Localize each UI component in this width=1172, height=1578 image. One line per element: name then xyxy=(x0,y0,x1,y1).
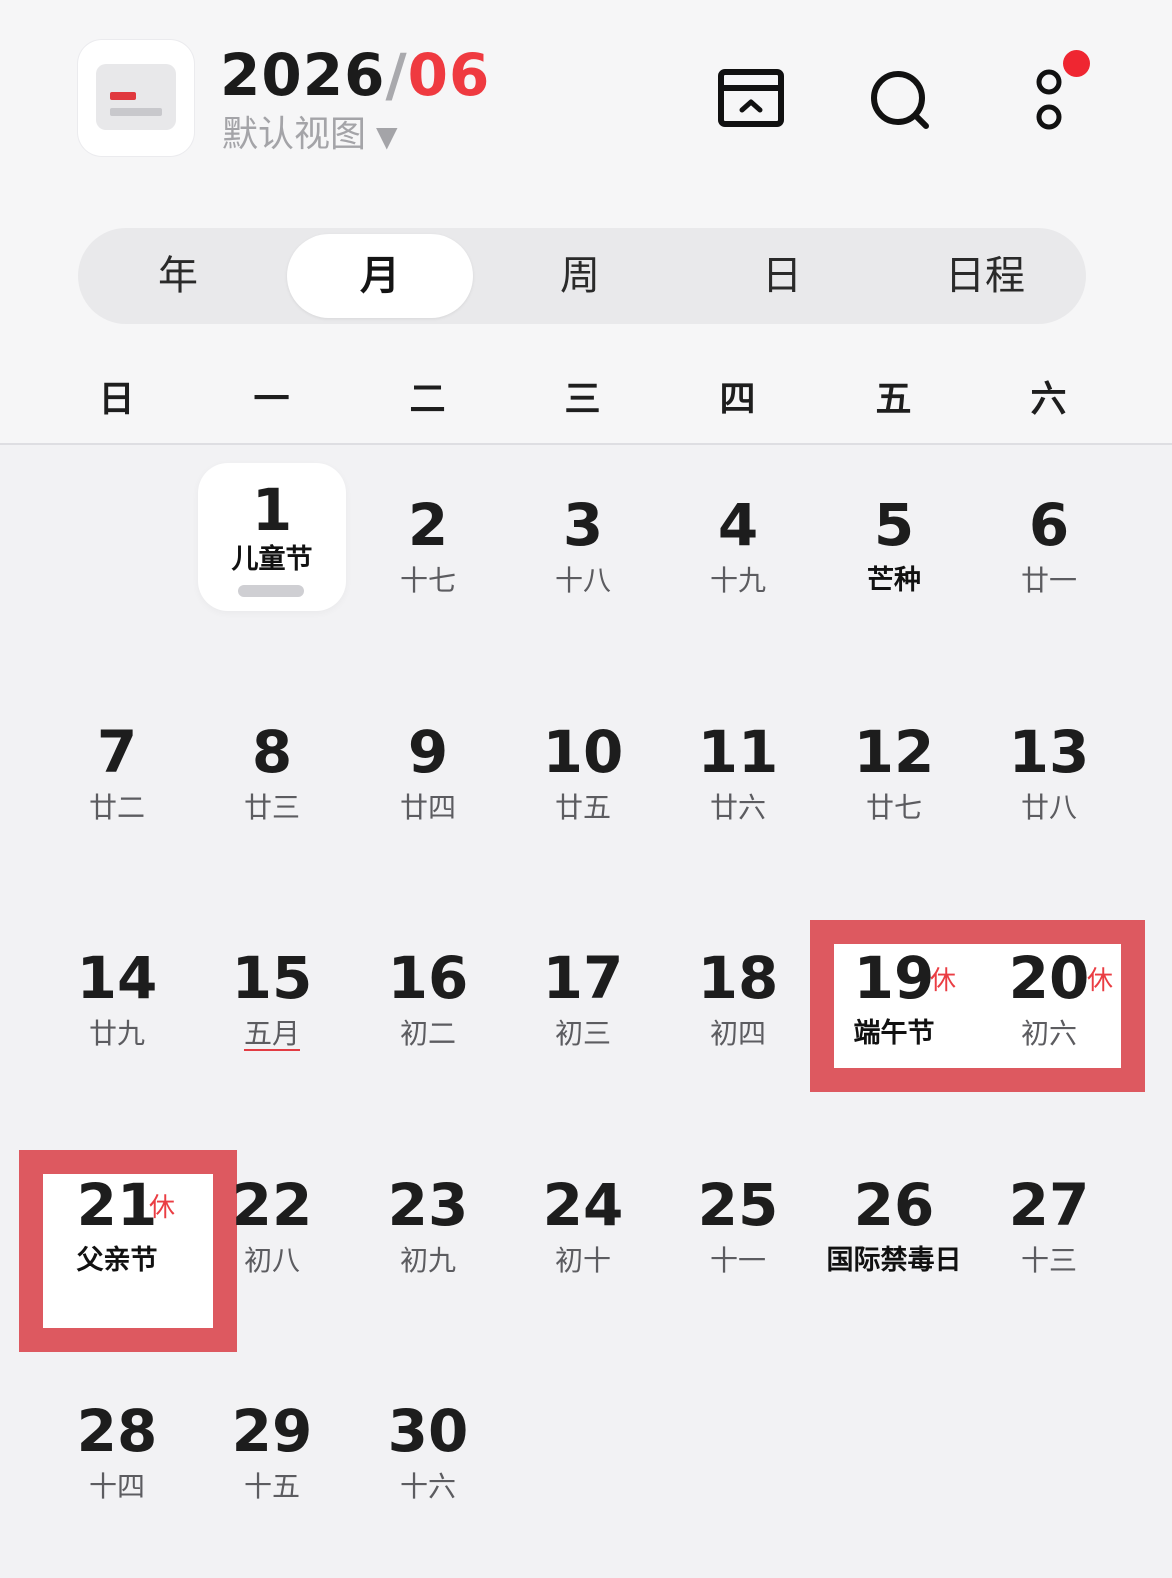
day-lunar: 父亲节 xyxy=(76,1245,158,1276)
search-icon[interactable] xyxy=(860,60,940,140)
day-number: 6 xyxy=(1028,491,1070,559)
day-lunar: 儿童节 xyxy=(231,544,313,575)
day-number: 2 xyxy=(407,491,449,559)
view-tabs: 年 月 周 日 日程 xyxy=(78,228,1086,324)
fold-view-icon[interactable] xyxy=(711,60,791,140)
app-icon-red-line xyxy=(110,92,136,100)
day-lunar: 初四 xyxy=(709,1017,766,1050)
weekday-thu: 四 xyxy=(719,379,756,420)
rest-day-badge: 休 xyxy=(149,1193,176,1223)
day-number: 22 xyxy=(231,1171,313,1239)
year-text: 2026 xyxy=(220,41,386,109)
day-number: 9 xyxy=(407,718,449,786)
weekday-tue: 二 xyxy=(409,379,446,420)
day-lunar: 初八 xyxy=(243,1244,300,1277)
day-lunar: 廿八 xyxy=(1020,791,1077,824)
tab-day[interactable]: 日 xyxy=(682,234,882,318)
month-text: 06 xyxy=(407,41,491,109)
day-lunar: 初九 xyxy=(399,1244,456,1277)
day-lunar: 十六 xyxy=(399,1470,456,1503)
day-number: 30 xyxy=(387,1397,469,1465)
day-number: 13 xyxy=(1008,718,1090,786)
day-lunar: 十九 xyxy=(709,564,766,597)
day-number: 4 xyxy=(717,491,759,559)
day-number: 14 xyxy=(76,944,158,1012)
day-number: 10 xyxy=(542,718,624,786)
day-lunar: 廿五 xyxy=(554,791,611,824)
day-number: 16 xyxy=(387,944,469,1012)
day-lunar: 十八 xyxy=(554,564,611,597)
day-lunar: 十一 xyxy=(709,1244,766,1277)
app-icon-grey-line xyxy=(110,108,162,116)
day-number: 23 xyxy=(387,1171,469,1239)
day-lunar: 廿七 xyxy=(865,791,922,824)
calendar-header: 2026/06 默认视图 ▼ 年 月 周 日 日程 日 一 二 三 四 五 六 xyxy=(0,0,1172,445)
day-number: 27 xyxy=(1008,1171,1090,1239)
day-number: 25 xyxy=(697,1171,779,1239)
weekday-mon: 一 xyxy=(253,379,290,420)
day-lunar: 端午节 xyxy=(853,1018,935,1049)
day-lunar: 十四 xyxy=(88,1470,145,1503)
day-lunar: 芒种 xyxy=(867,565,921,596)
chevron-down-icon: ▼ xyxy=(376,120,398,153)
tab-week[interactable]: 周 xyxy=(480,234,680,318)
day-lunar: 十三 xyxy=(1020,1244,1077,1277)
day-number: 26 xyxy=(853,1171,935,1239)
day-number: 1 xyxy=(251,476,293,544)
day-number: 11 xyxy=(697,718,779,786)
day-lunar: 初十 xyxy=(554,1244,611,1277)
day-number: 3 xyxy=(562,491,604,559)
day-lunar: 十七 xyxy=(399,564,456,597)
day-number: 29 xyxy=(231,1397,313,1465)
day-number: 5 xyxy=(873,491,915,559)
year-month-title[interactable]: 2026/06 xyxy=(220,40,490,110)
day-number: 28 xyxy=(76,1397,158,1465)
day-lunar: 廿三 xyxy=(243,791,300,824)
day-lunar: 十五 xyxy=(243,1470,300,1503)
title-separator: / xyxy=(385,41,408,109)
view-selector[interactable]: 默认视图 ▼ xyxy=(222,112,398,160)
rest-day-badge: 休 xyxy=(930,966,957,996)
weekday-sun: 日 xyxy=(98,379,135,420)
day-number: 12 xyxy=(853,718,935,786)
tab-year[interactable]: 年 xyxy=(78,234,278,318)
day-lunar: 国际禁毒日 xyxy=(826,1245,962,1276)
day-number: 8 xyxy=(251,718,293,786)
day-lunar: 初三 xyxy=(554,1017,611,1050)
day-lunar: 廿一 xyxy=(1020,564,1077,597)
app-icon-card xyxy=(96,64,176,130)
calendar-app-icon[interactable] xyxy=(78,40,194,156)
tab-month[interactable]: 月 xyxy=(287,234,473,318)
day-lunar: 廿九 xyxy=(88,1017,145,1050)
day-number: 18 xyxy=(697,944,779,1012)
today-event-bar xyxy=(238,585,304,597)
tab-schedule[interactable]: 日程 xyxy=(884,234,1086,318)
day-lunar: 廿四 xyxy=(399,791,456,824)
weekday-wed: 三 xyxy=(564,379,601,420)
day-number: 17 xyxy=(542,944,624,1012)
weekday-sat: 六 xyxy=(1030,379,1067,420)
day-lunar: 廿六 xyxy=(709,791,766,824)
day-number: 24 xyxy=(542,1171,624,1239)
day-lunar: 初六 xyxy=(1020,1017,1077,1050)
notification-badge xyxy=(1063,50,1090,77)
weekday-fri: 五 xyxy=(875,379,912,420)
day-number: 15 xyxy=(231,944,313,1012)
day-lunar: 初二 xyxy=(399,1017,456,1050)
rest-day-badge: 休 xyxy=(1087,966,1114,996)
day-lunar: 五月 xyxy=(243,1017,300,1050)
view-selector-label: 默认视图 xyxy=(222,114,367,155)
day-number: 7 xyxy=(96,718,138,786)
day-lunar: 廿二 xyxy=(88,791,145,824)
